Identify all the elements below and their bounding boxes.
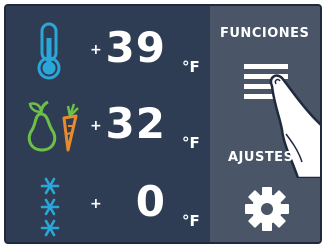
temperature-value-fresh: 32 — [105, 99, 166, 148]
temperature-value-fridge: 39 — [105, 23, 166, 72]
temperature-unit: °F — [182, 134, 200, 152]
settings-label: AJUSTES — [228, 150, 294, 165]
snowflake-icon — [22, 174, 80, 237]
temperature-value-freezer: 0 — [135, 177, 166, 226]
temperature-sign: + — [90, 196, 102, 212]
control-panel-screen: + 39 °F + 32 °F + 0 °F FUNCIONES AJUSTES — [4, 4, 322, 244]
temperature-unit: °F — [182, 212, 200, 230]
temperature-sign: + — [90, 118, 102, 134]
functions-label: FUNCIONES — [220, 26, 310, 41]
thermometer-icon — [22, 20, 80, 80]
temperature-sign: + — [90, 42, 102, 58]
temperature-row-fridge[interactable]: + 39 °F — [6, 12, 210, 84]
temperature-row-fresh[interactable]: + 32 °F — [6, 88, 210, 160]
settings-button[interactable]: AJUSTES — [210, 134, 320, 242]
temperature-row-freezer[interactable]: + 0 °F — [6, 166, 210, 238]
temperature-unit: °F — [182, 58, 200, 76]
temperature-panel: + 39 °F + 32 °F + 0 °F — [6, 6, 210, 242]
gear-icon — [242, 184, 292, 234]
side-menu-panel: FUNCIONES AJUSTES — [210, 6, 320, 242]
pear-carrot-icon — [22, 96, 80, 154]
